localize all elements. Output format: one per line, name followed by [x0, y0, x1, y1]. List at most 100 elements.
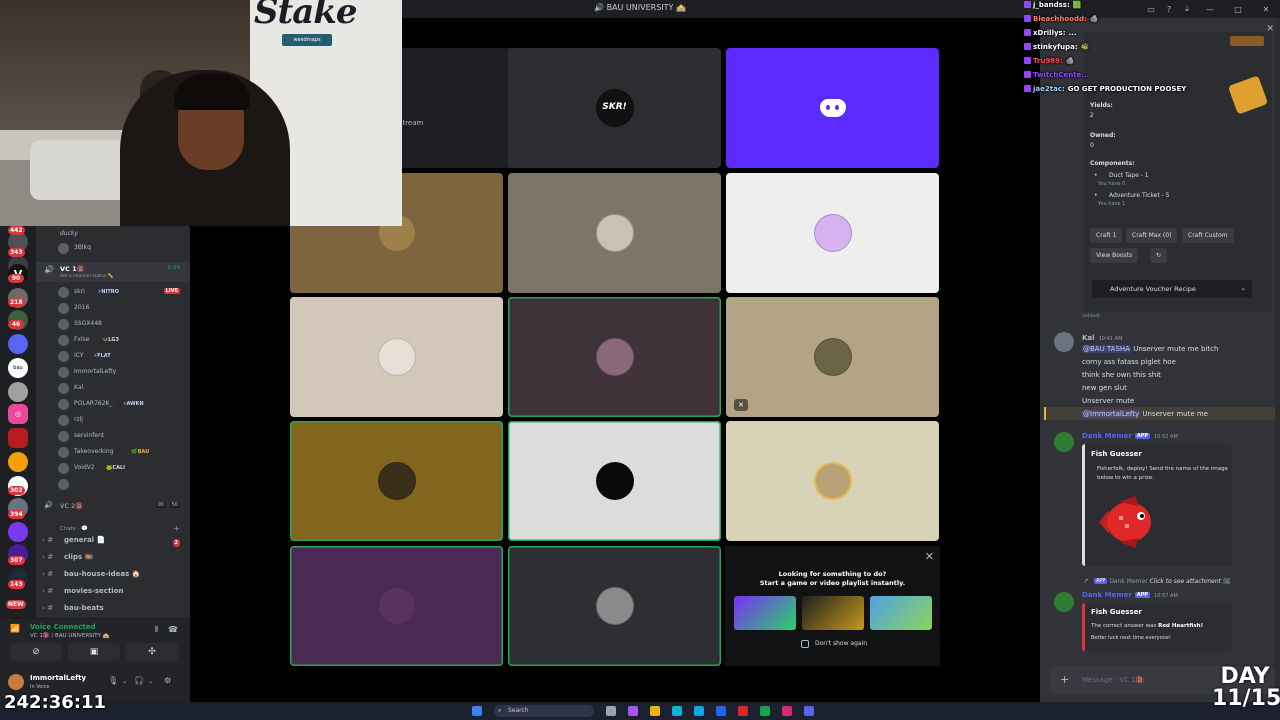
red-heartfish-image [1099, 496, 1151, 548]
activity-thumbnail[interactable] [870, 596, 932, 630]
craft-max-button[interactable]: Craft Max (0) [1126, 228, 1178, 243]
explorer-icon[interactable] [650, 706, 660, 716]
craft-1-button[interactable]: Craft 1 [1090, 228, 1123, 243]
microphone-icon[interactable]: 🎙 [108, 676, 118, 685]
video-tile-speaking[interactable] [290, 546, 503, 666]
message-author[interactable]: Dank Memer APP 10:57 AM [1082, 591, 1178, 599]
twitch-message: 🪨 [1065, 57, 1075, 65]
activity-thumbnail[interactable] [802, 596, 864, 630]
close-button[interactable]: ✕ [1252, 0, 1280, 18]
message-author[interactable]: Dank Memer APP 10:52 AM [1082, 432, 1178, 440]
channel-name: VC 2🔞 [60, 502, 84, 510]
store-icon[interactable] [694, 706, 704, 716]
server-icon[interactable]: bau [8, 358, 28, 378]
message-author[interactable]: Kal 10:41 AM [1082, 334, 1122, 342]
avatar[interactable] [8, 674, 24, 690]
voice-member[interactable]: ICY ⚡FLAT [36, 348, 190, 364]
add-attachment-icon[interactable]: + [1060, 673, 1069, 686]
chat-scrollbar[interactable] [1275, 18, 1280, 702]
headphones-icon[interactable]: 🎧 [134, 676, 144, 685]
activity-thumbnail[interactable] [734, 596, 796, 630]
video-tile[interactable] [290, 297, 503, 417]
avatar [58, 479, 69, 490]
text-channel[interactable]: › # general 📄 2 [42, 536, 186, 552]
video-tile[interactable] [726, 173, 939, 293]
maximize-button[interactable]: □ [1224, 0, 1252, 18]
video-tile-speaking[interactable] [508, 421, 721, 541]
voice-channel-vc1[interactable]: 🔊 VC 1🔞 0:29 Set a channel status ✏️ [36, 262, 190, 282]
voice-member[interactable]: skri ⚡NITRO LIVE [36, 284, 190, 300]
app-icon[interactable] [782, 706, 792, 716]
gear-icon[interactable]: ⚙ [164, 676, 171, 685]
voice-member[interactable]: Kal [36, 380, 190, 396]
server-icon[interactable]: ◎ [8, 404, 28, 424]
server-icon[interactable] [8, 522, 28, 542]
app-icon[interactable] [738, 706, 748, 716]
chevron-down-icon[interactable]: ⌄ [122, 678, 127, 685]
voice-member[interactable]: POLAR762K_ ⚡AWKN [36, 396, 190, 412]
voice-member[interactable]: servinfent [36, 428, 190, 444]
voice-member[interactable]: ImmortalLefty [36, 364, 190, 380]
voice-channel-vc2[interactable]: 🔊 VC 2🔞 00 50 [36, 498, 190, 514]
signal-icon[interactable]: 📶 [10, 624, 20, 633]
taskbar-search[interactable]: ⌕ Search [494, 705, 594, 717]
text-channel[interactable]: › # movies-section [42, 587, 186, 603]
component-name: Adventure Ticket - 5 [1109, 192, 1170, 199]
camera-button[interactable]: ⊘ [10, 643, 62, 661]
voice-member[interactable]: rzlj [36, 412, 190, 428]
edge-icon[interactable] [672, 706, 682, 716]
avatar[interactable] [1054, 592, 1074, 612]
app-icon[interactable] [716, 706, 726, 716]
refresh-button[interactable]: ↻ [1150, 248, 1168, 263]
voice-member[interactable]: 2016 [36, 300, 190, 316]
noise-suppression-icon[interactable]: ⦀ [154, 625, 158, 635]
video-tile[interactable] [508, 173, 721, 293]
voice-member[interactable]: VoidV2 🐸CALI [36, 460, 190, 476]
app-icon[interactable] [628, 706, 638, 716]
server-icon[interactable] [8, 428, 28, 448]
add-channel-icon[interactable]: + [173, 524, 180, 533]
channel-status[interactable]: Set a channel status ✏️ [60, 274, 113, 279]
mention[interactable]: @ImmortalLefty [1082, 410, 1141, 418]
discord-icon[interactable] [804, 706, 814, 716]
voice-member[interactable] [36, 476, 190, 492]
avatar[interactable] [1054, 432, 1074, 452]
avatar [58, 335, 69, 346]
video-tile-speaking[interactable] [508, 297, 721, 417]
voice-member[interactable]: Fxlse 🦋LG3 [36, 332, 190, 348]
craft-custom-button[interactable]: Craft Custom [1182, 228, 1234, 243]
dont-show-checkbox[interactable] [801, 640, 809, 648]
activities-button[interactable]: ✣ [126, 643, 178, 661]
view-boosts-button[interactable]: View Boosts [1090, 248, 1139, 263]
close-icon[interactable]: ✕ [925, 550, 934, 563]
voice-member[interactable]: SSGX448 [36, 316, 190, 332]
disconnect-icon[interactable]: ☎ [168, 625, 178, 634]
avatar[interactable] [1054, 332, 1074, 352]
video-tile[interactable] [726, 421, 939, 541]
video-tile-speaking[interactable] [508, 546, 721, 666]
chrome-icon[interactable] [760, 706, 770, 716]
server-badge: 343 [8, 248, 25, 257]
chevron-down-icon[interactable]: ⌄ [148, 678, 153, 685]
voice-member[interactable]: Takeoverking 🌿BAU [36, 444, 190, 460]
video-tile-discord[interactable] [726, 48, 939, 168]
video-tile-speaking[interactable] [290, 421, 503, 541]
discord-logo-icon [819, 99, 846, 117]
text-channel[interactable]: › # clips 🎞️ [42, 553, 186, 569]
recipe-select[interactable]: Adventure Voucher Recipe ⌄ [1092, 280, 1252, 298]
activities-icon: ✣ [148, 647, 156, 657]
taskview-icon[interactable] [606, 706, 616, 716]
server-icon[interactable] [8, 334, 28, 354]
mention[interactable]: @BAU TASHA [1082, 345, 1131, 353]
text-channel[interactable]: › # bau-house-ideas 🏠 [42, 570, 186, 586]
start-icon[interactable] [472, 706, 482, 716]
video-tile-skr[interactable]: SKR! [508, 48, 721, 168]
server-icon[interactable] [8, 382, 28, 402]
message-time: 10:52 AM [1154, 434, 1178, 440]
server-icon[interactable] [8, 452, 28, 472]
screen-share-button[interactable]: ▣ [68, 643, 120, 661]
voice-channel-path[interactable]: VC 1🔞 / BAU UNIVERSITY 🏫 [30, 633, 110, 639]
voice-member[interactable]: 3Blkq [36, 240, 190, 256]
reply-reference[interactable]: ↱ APP Dank Memer Click to see attachment… [1084, 578, 1231, 585]
video-tile[interactable]: ✕ [726, 297, 939, 417]
